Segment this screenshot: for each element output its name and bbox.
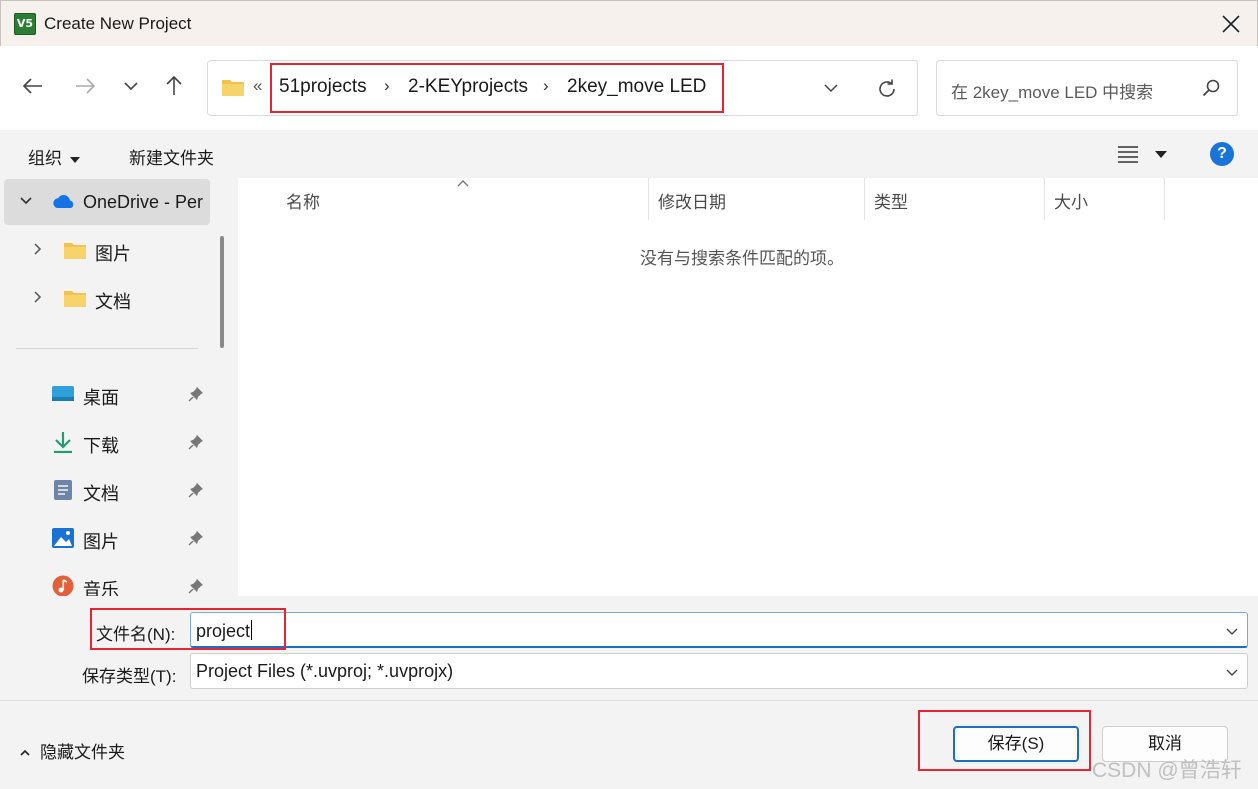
chevron-right-icon[interactable] [30,241,46,257]
organize-label: 组织 [28,149,62,168]
music-icon [52,575,74,596]
sidebar-item-label: 桌面 [83,388,119,408]
chevron-up-icon [20,749,30,756]
filename-field[interactable]: project [190,612,1248,648]
sidebar-item-downloads[interactable]: 下载 [0,419,210,465]
column-header-date-modified[interactable]: 修改日期 [658,188,726,213]
new-folder-button[interactable]: 新建文件夹 [129,144,214,169]
empty-results-message: 没有与搜索条件匹配的项。 [640,249,844,268]
pin-icon[interactable] [188,434,204,450]
sidebar-item-pictures-quick[interactable]: 图片 [0,515,210,561]
column-divider[interactable] [1164,178,1165,220]
sidebar-item-documents-quick[interactable]: 文档 [0,467,210,513]
keil-app-icon: V5 [14,13,36,35]
sidebar-item-label: OneDrive - Per [83,192,204,212]
sidebar-divider [16,348,198,349]
recent-locations-chevron-icon[interactable] [119,74,143,98]
up-arrow-icon[interactable] [162,74,186,98]
navigation-bar: « 51projects › 2-KEYprojects › 2key_move… [0,46,1258,130]
hide-folders-toggle[interactable]: 隐藏文件夹 [20,738,125,763]
pin-icon[interactable] [188,530,204,546]
sidebar-item-label: 文档 [83,484,119,504]
search-icon[interactable] [1201,78,1221,98]
sidebar-item-desktop[interactable]: 桌面 [0,371,210,417]
sidebar-item-onedrive[interactable]: OneDrive - Per [4,179,210,225]
filetype-value: Project Files (*.uvproj; *.uvprojx) [196,661,454,681]
sidebar-item-pictures[interactable]: 图片 [0,227,210,273]
chevron-down-icon[interactable] [1225,665,1239,679]
forward-arrow-icon[interactable] [73,74,97,98]
save-highlight-box [918,710,1091,771]
breadcrumb-highlight-box [270,63,724,113]
save-fields: 文件名(N): project 保存类型(T): Project Files (… [0,596,1258,700]
view-options-chevron-icon[interactable] [1155,151,1167,158]
navigation-pane: OneDrive - Per 图片 文档 桌面 下载 文档 图片 音乐 [0,178,234,596]
filetype-select[interactable]: Project Files (*.uvproj; *.uvprojx) [190,653,1248,689]
sidebar-item-label: 图片 [95,244,131,264]
onedrive-cloud-icon [53,195,74,208]
back-arrow-icon[interactable] [21,74,45,98]
pin-icon[interactable] [188,578,204,594]
column-header-name[interactable]: 名称 [286,188,320,213]
view-list-icon[interactable] [1117,145,1139,163]
sidebar-item-music[interactable]: 音乐 [0,563,210,596]
watermark: CSDN @曾浩轩 [1092,759,1242,782]
pin-icon[interactable] [188,482,204,498]
column-header-type[interactable]: 类型 [874,188,908,213]
address-dropdown-chevron-icon[interactable] [822,79,840,97]
sort-ascending-icon [457,180,469,187]
column-divider[interactable] [864,178,865,220]
column-divider[interactable] [1044,178,1045,220]
sidebar-item-label: 文档 [95,292,131,312]
pin-icon[interactable] [188,386,204,402]
desktop-icon [52,386,74,401]
folder-icon [64,291,86,307]
window-title: Create New Project [44,14,192,33]
chevron-down-icon [70,156,80,163]
column-divider[interactable] [648,178,649,220]
sidebar-scrollbar[interactable] [220,236,224,348]
title-bar: V5 Create New Project [0,0,1258,46]
hide-folders-label: 隐藏文件夹 [40,743,125,762]
chevron-right-icon[interactable] [30,289,46,305]
folder-icon [64,243,86,259]
filename-highlight-box [90,608,286,650]
search-placeholder: 在 2key_move LED 中搜索 [951,83,1154,102]
sidebar-item-label: 图片 [83,532,119,552]
download-icon [54,432,72,453]
sidebar-item-label: 下载 [83,436,119,456]
filetype-label: 保存类型(T): [82,667,177,686]
dialog-footer: 隐藏文件夹 保存(S) 取消 CSDN @曾浩轩 [0,700,1258,789]
organize-menu-button[interactable]: 组织 [28,144,80,169]
folder-icon [222,80,244,96]
search-box[interactable]: 在 2key_move LED 中搜索 [936,60,1238,116]
refresh-icon[interactable] [876,78,898,100]
chevron-down-icon[interactable] [1225,624,1239,638]
sidebar-item-label: 音乐 [83,580,119,596]
overflow-chevron[interactable]: « [253,76,262,96]
document-icon [54,480,72,500]
file-list[interactable]: 名称 修改日期 类型 大小 没有与搜索条件匹配的项。 [238,178,1258,596]
sidebar-item-documents[interactable]: 文档 [0,275,210,321]
command-bar: 组织 新建文件夹 ? [0,130,1258,178]
chevron-down-icon[interactable] [18,193,34,209]
pictures-icon [52,528,74,548]
close-icon[interactable] [1219,11,1243,37]
help-icon[interactable]: ? [1210,142,1234,166]
column-header-size[interactable]: 大小 [1054,188,1088,213]
